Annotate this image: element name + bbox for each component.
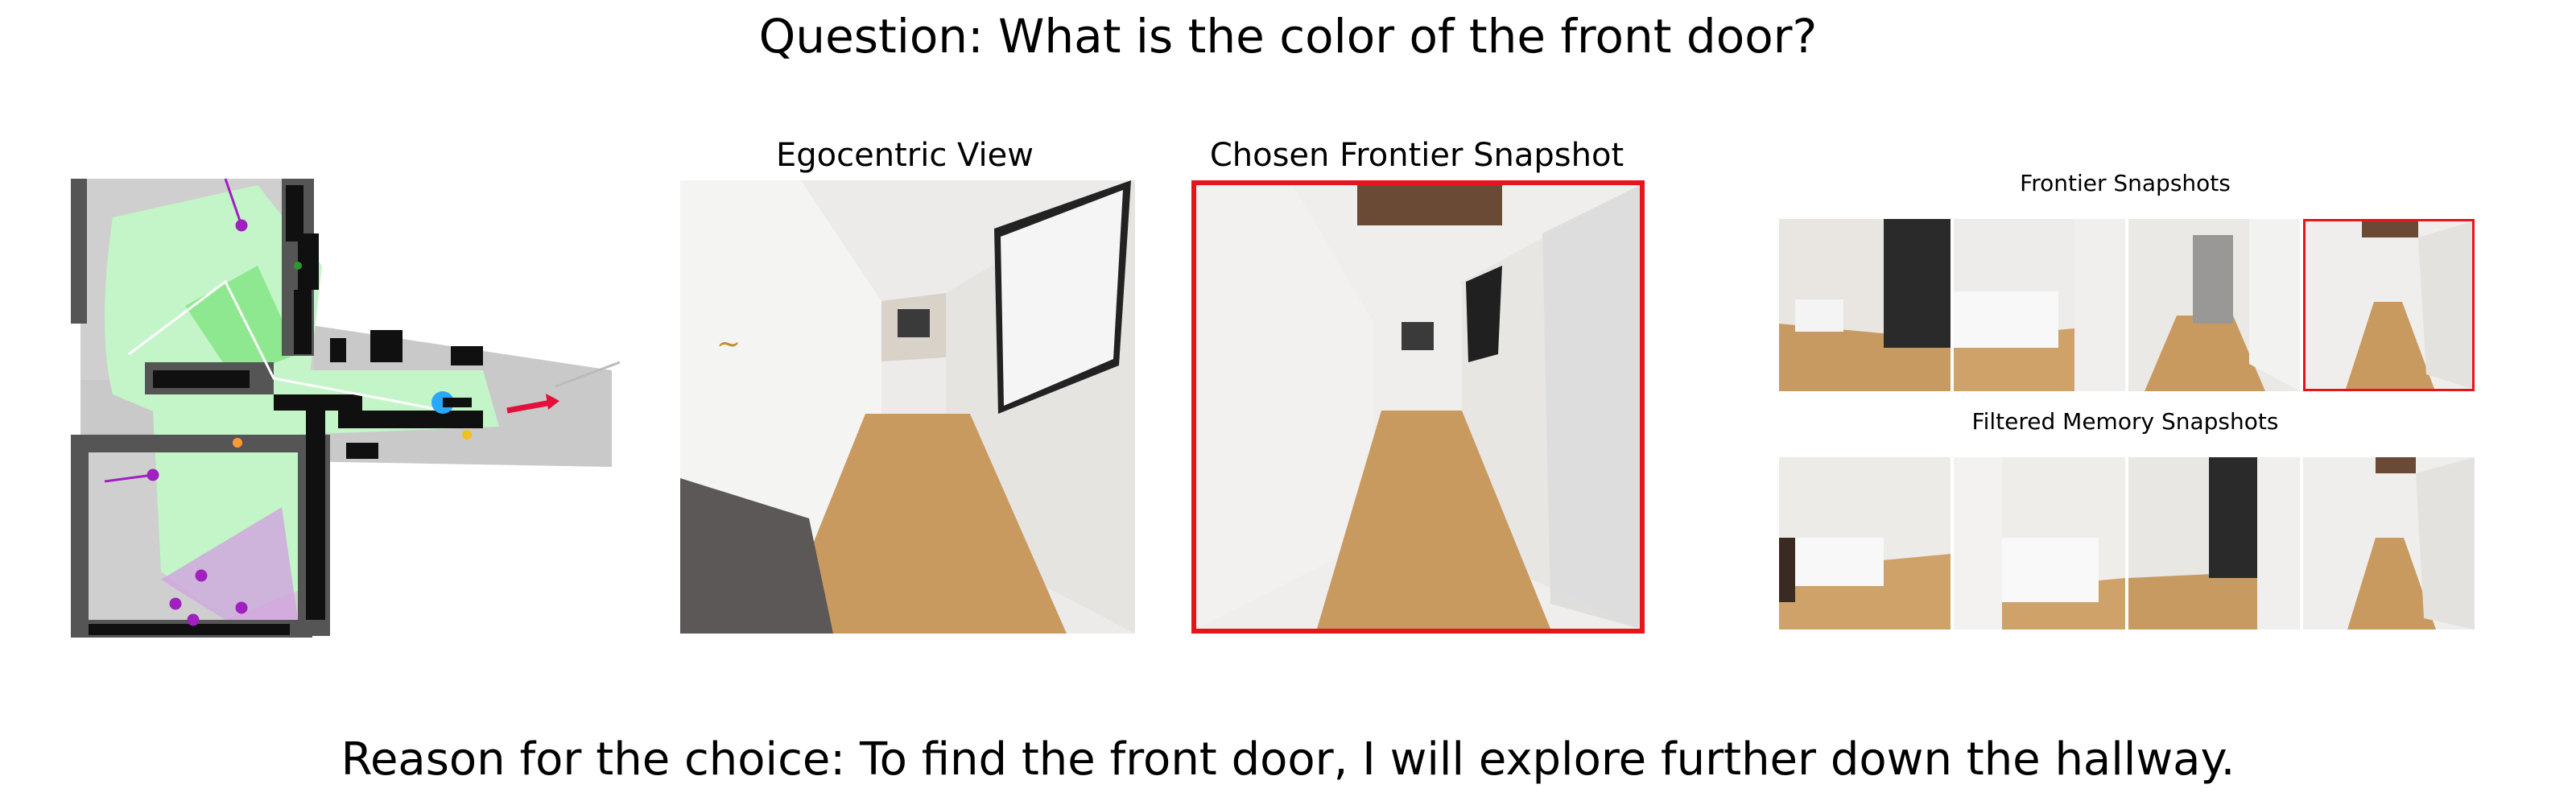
egocentric-view-title: Egocentric View [776, 137, 1034, 174]
egocentric-view-image: ~ [680, 180, 1135, 634]
agent-heading [443, 398, 472, 407]
chosen-snapshot-title: Chosen Frontier Snapshot [1209, 137, 1624, 174]
memory-snapshot-2[interactable] [1954, 457, 2125, 630]
question-text: Question: What is the color of the front… [758, 9, 1818, 64]
topdown-map [64, 169, 620, 644]
reason-text: Reason for the choice: To find the front… [341, 733, 2235, 786]
memory-snapshot-1[interactable] [1779, 457, 1951, 630]
memory-snapshot-4[interactable] [2303, 457, 2475, 630]
map-canvas [71, 178, 620, 638]
frontier-snapshot-3[interactable] [2128, 219, 2300, 391]
chosen-snapshot-image [1191, 180, 1645, 634]
memory-snapshots-title: Filtered Memory Snapshots [1971, 408, 2279, 435]
object-marker-yellow [462, 430, 472, 440]
object-marker-orange [233, 438, 242, 448]
frontier-snapshot-2[interactable] [1954, 219, 2125, 391]
frontier-snapshots-grid [1779, 219, 2475, 393]
frontier-snapshots-title: Frontier Snapshots [2020, 170, 2231, 196]
memory-snapshot-3[interactable] [2128, 457, 2300, 630]
memory-snapshots-grid [1779, 457, 2475, 631]
frontier-snapshot-1[interactable] [1779, 219, 1951, 391]
frontier-snapshot-4-selected[interactable] [2303, 219, 2475, 391]
svg-text:~: ~ [716, 328, 741, 361]
object-marker-green [294, 262, 302, 270]
